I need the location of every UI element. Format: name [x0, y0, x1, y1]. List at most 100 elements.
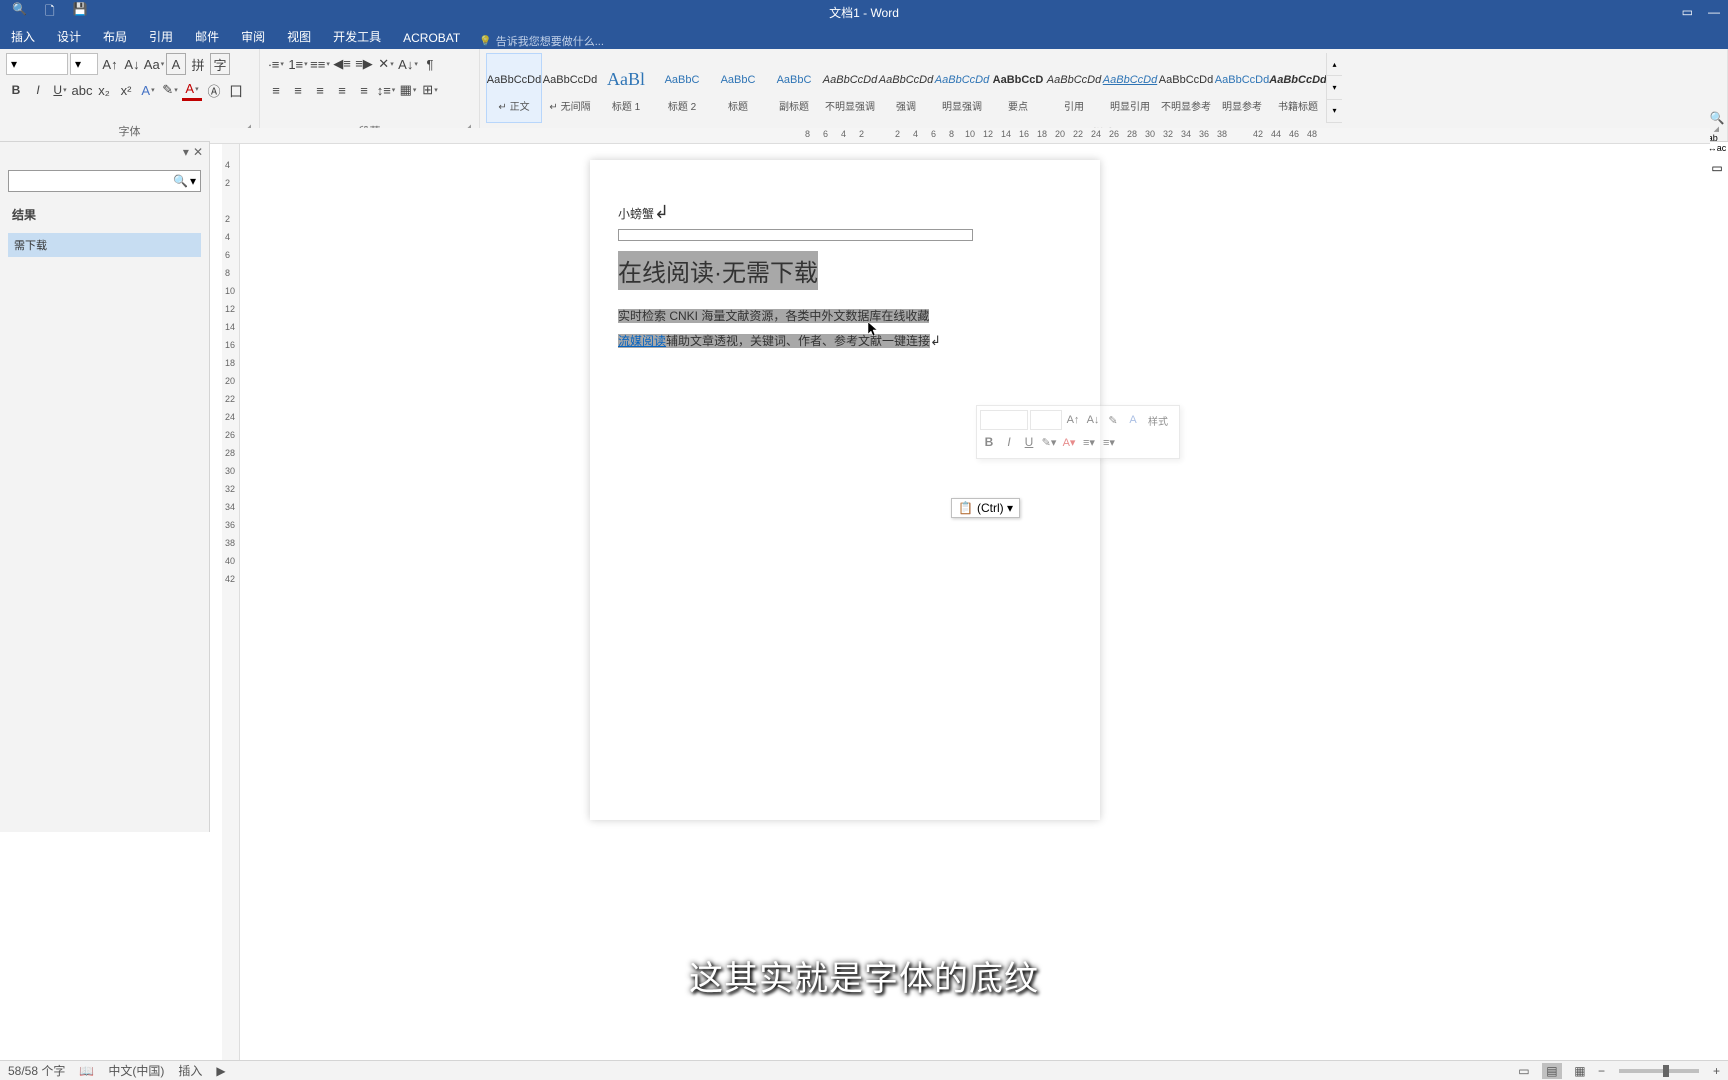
- style-标题 1[interactable]: AaBl标题 1: [598, 53, 654, 123]
- tab-view[interactable]: 视图: [276, 24, 322, 49]
- highlight-icon[interactable]: ✎: [160, 79, 180, 101]
- style-明显强调[interactable]: AaBbCcDd明显强调: [934, 53, 990, 123]
- align-left-icon[interactable]: ≡: [266, 79, 286, 101]
- minimize-icon[interactable]: —: [1708, 5, 1720, 19]
- style-要点[interactable]: AaBbCcD要点: [990, 53, 1046, 123]
- style-标题 2[interactable]: AaBbC标题 2: [654, 53, 710, 123]
- document-page[interactable]: 小螃蟹↲ 在线阅读·无需下载 实时检索 CNKI 海量文献资源，各类中外文数据库…: [590, 160, 1100, 820]
- style-引用[interactable]: AaBbCcDd引用: [1046, 53, 1102, 123]
- tab-mailings[interactable]: 邮件: [184, 24, 230, 49]
- align-justify-icon[interactable]: ≡: [332, 79, 352, 101]
- show-marks-icon[interactable]: ¶: [420, 53, 440, 75]
- style-强调[interactable]: AaBbCcDd强调: [878, 53, 934, 123]
- tab-design[interactable]: 设计: [46, 24, 92, 49]
- grow-font-icon[interactable]: A↑: [100, 53, 120, 75]
- mini-bold-button[interactable]: B: [980, 432, 998, 452]
- view-web-icon[interactable]: ▦: [1570, 1063, 1590, 1079]
- mini-underline-button[interactable]: U: [1020, 432, 1038, 452]
- mini-highlight-icon[interactable]: ✎▾: [1040, 432, 1058, 452]
- italic-button[interactable]: I: [28, 79, 48, 101]
- quickaccess-touch-icon[interactable]: 🔍: [12, 2, 27, 23]
- superscript-button[interactable]: x²: [116, 79, 136, 101]
- quickaccess-save-icon[interactable]: 💾: [73, 2, 88, 23]
- font-name-combo[interactable]: ▾: [6, 53, 68, 75]
- vertical-ruler[interactable]: 4224681012141618202224262830323436384042: [222, 144, 240, 1060]
- style-明显引用[interactable]: AaBbCcDd明显引用: [1102, 53, 1158, 123]
- indent-inc-icon[interactable]: ≡▶: [354, 53, 374, 75]
- styles-more-icon[interactable]: ▾: [1327, 100, 1342, 123]
- status-wordcount[interactable]: 58/58 个字: [8, 1062, 65, 1079]
- paste-options-button[interactable]: 📋 (Ctrl) ▾: [951, 498, 1020, 518]
- view-read-icon[interactable]: ▭: [1514, 1063, 1534, 1079]
- tab-layout[interactable]: 布局: [92, 24, 138, 49]
- style-↵ 正文[interactable]: AaBbCcDd↵ 正文: [486, 53, 542, 123]
- align-dist-icon[interactable]: ≡: [354, 79, 374, 101]
- align-center-icon[interactable]: ≡: [288, 79, 308, 101]
- replace-icon[interactable]: ab↔ac: [1708, 133, 1727, 153]
- strike-button[interactable]: abc: [72, 79, 92, 101]
- style-不明显强调[interactable]: AaBbCcDd不明显强调: [822, 53, 878, 123]
- text-effects-icon[interactable]: A: [138, 79, 158, 101]
- style-副标题[interactable]: AaBbC副标题: [766, 53, 822, 123]
- change-case-icon[interactable]: Aa: [144, 53, 164, 75]
- doc-empty-box[interactable]: [618, 229, 973, 241]
- ribbon-display-icon[interactable]: ▭: [1682, 5, 1693, 19]
- underline-button[interactable]: U: [50, 79, 70, 101]
- nav-dropdown-icon[interactable]: ▾: [183, 145, 189, 159]
- bullets-icon[interactable]: ∙≡: [266, 53, 286, 75]
- find-icon[interactable]: 🔍: [1710, 111, 1725, 125]
- search-dropdown-icon[interactable]: ▾: [190, 174, 196, 188]
- clear-format-icon[interactable]: A: [166, 53, 186, 75]
- styles-down-icon[interactable]: ▾: [1327, 76, 1342, 99]
- asian-layout-icon[interactable]: ✕: [376, 53, 396, 75]
- multilevel-icon[interactable]: ≡≡: [310, 53, 330, 75]
- tab-insert[interactable]: 插入: [0, 24, 46, 49]
- shading-icon[interactable]: ▦: [398, 79, 418, 101]
- char-shading-icon[interactable]: Ⓐ: [204, 79, 224, 101]
- view-print-icon[interactable]: ▤: [1542, 1063, 1562, 1079]
- bold-button[interactable]: B: [6, 79, 26, 101]
- style-书籍标题[interactable]: AaBbCcDd书籍标题: [1270, 53, 1326, 123]
- tab-acrobat[interactable]: ACROBAT: [392, 27, 471, 49]
- enclose-icon[interactable]: 字: [210, 53, 230, 75]
- style-明显参考[interactable]: AaBbCcDd明显参考: [1214, 53, 1270, 123]
- search-icon[interactable]: 🔍: [173, 174, 188, 188]
- char-border-icon[interactable]: 囗: [226, 79, 246, 101]
- style-不明显参考[interactable]: AaBbCcDd不明显参考: [1158, 53, 1214, 123]
- numbering-icon[interactable]: 1≡: [288, 53, 308, 75]
- nav-search-input[interactable]: 🔍 ▾: [8, 170, 201, 192]
- mini-shrink-icon[interactable]: A↓: [1084, 410, 1102, 430]
- tab-developer[interactable]: 开发工具: [322, 24, 392, 49]
- mini-bullets-icon[interactable]: ≡▾: [1080, 432, 1098, 452]
- select-icon[interactable]: ▭: [1711, 161, 1722, 175]
- mini-styles-icon[interactable]: A: [1124, 410, 1142, 430]
- status-macro-icon[interactable]: ▶: [216, 1064, 225, 1078]
- nav-close-icon[interactable]: ✕: [193, 145, 203, 159]
- align-right-icon[interactable]: ≡: [310, 79, 330, 101]
- mini-styles-label[interactable]: 样式: [1148, 413, 1168, 428]
- borders-icon[interactable]: ⊞: [420, 79, 440, 101]
- zoom-in-button[interactable]: +: [1713, 1064, 1720, 1078]
- mini-font-combo[interactable]: [980, 410, 1028, 430]
- shrink-font-icon[interactable]: A↓: [122, 53, 142, 75]
- sort-icon[interactable]: A↓: [398, 53, 418, 75]
- tab-review[interactable]: 审阅: [230, 24, 276, 49]
- doc-heading[interactable]: 在线阅读·无需下载: [618, 251, 1072, 304]
- indent-dec-icon[interactable]: ◀≡: [332, 53, 352, 75]
- styles-up-icon[interactable]: ▴: [1327, 53, 1342, 76]
- font-size-combo[interactable]: ▾: [70, 53, 98, 75]
- doc-paragraph[interactable]: 实时检索 CNKI 海量文献资源，各类中外文数据库在线收藏 流媒阅读辅助文章透视…: [618, 304, 1072, 353]
- mini-italic-button[interactable]: I: [1000, 432, 1018, 452]
- quickaccess-new-icon[interactable]: 🗋: [45, 2, 55, 23]
- tab-references[interactable]: 引用: [138, 24, 184, 49]
- style-↵ 无间隔[interactable]: AaBbCcDd↵ 无间隔: [542, 53, 598, 123]
- status-insert-mode[interactable]: 插入: [178, 1062, 202, 1079]
- mini-font-color-icon[interactable]: A▾: [1060, 432, 1078, 452]
- mini-numbering-icon[interactable]: ≡▾: [1100, 432, 1118, 452]
- doc-hyperlink[interactable]: 流媒阅读: [618, 334, 666, 348]
- tell-me-search[interactable]: 告诉我您想要做什么...: [479, 33, 604, 49]
- phonetic-icon[interactable]: 拼: [188, 53, 208, 75]
- subscript-button[interactable]: x₂: [94, 79, 114, 101]
- nav-result-item[interactable]: 需下载: [8, 233, 201, 257]
- styles-gallery[interactable]: AaBbCcDd↵ 正文AaBbCcDd↵ 无间隔AaBl标题 1AaBbC标题…: [486, 53, 1326, 123]
